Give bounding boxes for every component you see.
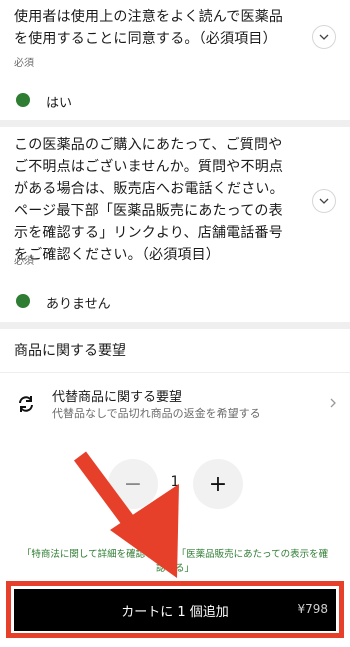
legal-line1[interactable]: 「特商法に関して詳細を確認する」,「医薬品販売にあたっての表示を確 <box>12 548 338 562</box>
refresh-swap-icon <box>19 396 33 412</box>
question2-line6: をご確認ください。（必須項目） <box>14 247 220 263</box>
question1-required: 必須 <box>14 58 34 69</box>
radio-selected-icon <box>16 93 30 107</box>
question1-answer: はい <box>46 96 73 111</box>
question2-required: 必須 <box>14 256 34 267</box>
question1-expand-button[interactable] <box>312 25 336 49</box>
legal-links[interactable]: 「特商法に関して詳細を確認する」,「医薬品販売にあたっての表示を確 認する」 <box>12 548 338 576</box>
question2-option-none[interactable]: ありません <box>0 280 350 320</box>
question2-expand-button[interactable] <box>312 189 336 213</box>
question2-line3: がある場合は、販売店へお電話ください。 <box>14 181 284 197</box>
chevron-down-icon <box>319 34 329 40</box>
add-to-cart-label: カートに 1 個追加 <box>121 604 229 620</box>
chevron-right-icon <box>330 398 336 408</box>
radio-selected-icon <box>16 294 30 308</box>
cart-price: ¥798 <box>297 602 328 616</box>
question2-line2: ご不明点はございませんか。質問や不明点 <box>14 159 284 175</box>
question2-line5: 示を確認する」リンクより、店舗電話番号 <box>14 225 283 241</box>
question2-line1: この医薬品のご購入にあたって、ご質問や <box>14 137 283 153</box>
question2-answer: ありません <box>46 297 111 312</box>
question2-text: この医薬品のご購入にあたって、ご質問や ご不明点はございませんか。質問や不明点 … <box>14 134 284 266</box>
question1-line2: を使用することに同意する。（必須項目） <box>14 31 277 47</box>
legal-line2[interactable]: 認する」 <box>12 562 338 576</box>
substitute-request-title: 代替商品に関する要望 <box>52 390 183 405</box>
divider-band <box>0 322 350 329</box>
quantity-plus-button[interactable]: + <box>193 459 243 509</box>
chevron-down-icon <box>319 198 329 204</box>
quantity-value: 1 <box>170 474 180 490</box>
quantity-minus-button[interactable]: − <box>108 459 158 509</box>
substitute-request-row[interactable]: 代替商品に関する要望 代替品なしで品切れ商品の返金を希望する <box>0 373 350 435</box>
divider-band <box>0 120 350 127</box>
question2-line4: ページ最下部「医薬品販売にあたっての表 <box>14 203 283 219</box>
section-title-product-requests: 商品に関する要望 <box>0 329 350 373</box>
question1-text: 使用者は使用上の注意をよく読んで医薬品 を使用することに同意する。（必須項目） <box>14 6 283 50</box>
question1-option-yes[interactable]: はい <box>0 80 350 120</box>
add-to-cart-button[interactable]: カートに 1 個追加 ¥798 <box>14 589 336 631</box>
substitute-request-subtitle: 代替品なしで品切れ商品の返金を希望する <box>52 407 261 420</box>
question1-line1: 使用者は使用上の注意をよく読んで医薬品 <box>14 9 284 25</box>
